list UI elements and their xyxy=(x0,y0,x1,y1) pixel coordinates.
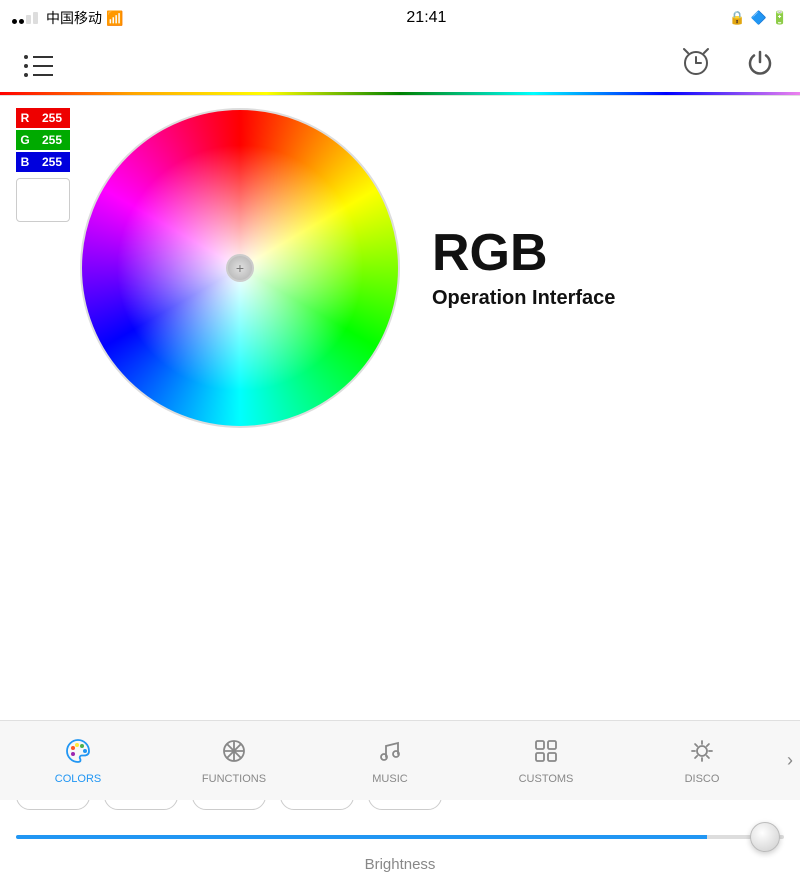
rgb-title: RGB xyxy=(432,227,548,279)
customs-icon xyxy=(532,737,560,769)
status-bar: 中国移动 📶 21:41 🔒 🔷 🔋 xyxy=(0,0,800,36)
functions-tab-label: FUNCTIONS xyxy=(202,773,266,785)
rgb-info: RGB Operation Interface xyxy=(400,227,615,310)
g-value: 255 xyxy=(34,130,70,150)
bluetooth-icon: 🔷 xyxy=(751,10,767,26)
b-row: B 255 xyxy=(16,152,70,172)
g-row: G 255 xyxy=(16,130,70,150)
color-preview-box xyxy=(16,178,70,222)
colors-icon xyxy=(64,737,92,769)
main-content: R 255 G 255 B 255 + xyxy=(0,96,800,720)
battery-icon: 🔋 xyxy=(772,10,788,26)
tab-customs[interactable]: CUSTOMS xyxy=(468,721,624,800)
brightness-label: Brightness xyxy=(16,856,784,873)
b-letter: B xyxy=(16,152,34,172)
b-value: 255 xyxy=(34,152,70,172)
color-wheel-wrapper[interactable]: + xyxy=(80,108,400,428)
g-letter: G xyxy=(16,130,34,150)
disco-icon xyxy=(688,737,716,769)
colors-tab-label: COLORS xyxy=(55,773,101,785)
tab-music[interactable]: MUSIC xyxy=(312,721,468,800)
signal-dots xyxy=(12,12,38,24)
functions-icon xyxy=(220,737,248,769)
customs-tab-label: CUSTOMS xyxy=(519,773,574,785)
wheel-center: + xyxy=(226,254,254,282)
tab-disco[interactable]: DISCO xyxy=(624,721,780,800)
rgb-label-group: R 255 G 255 B 255 xyxy=(16,108,70,222)
r-value: 255 xyxy=(34,108,70,128)
power-icon[interactable] xyxy=(744,46,776,85)
r-letter: R xyxy=(16,108,34,128)
tab-colors[interactable]: COLORS xyxy=(0,721,156,800)
wheel-area: + RGB Operation Interface xyxy=(70,108,615,428)
brightness-slider-wrapper[interactable] xyxy=(16,822,784,852)
rgb-subtitle: Operation Interface xyxy=(432,287,615,310)
time-display: 21:41 xyxy=(406,9,446,27)
disco-tab-label: DISCO xyxy=(685,773,720,785)
music-tab-label: MUSIC xyxy=(372,773,407,785)
tab-scroll-arrow[interactable]: › xyxy=(780,721,800,800)
alarm-icon[interactable] xyxy=(680,46,712,85)
brightness-section: Brightness xyxy=(0,810,800,873)
status-left: 中国移动 📶 xyxy=(12,8,123,28)
brightness-track[interactable] xyxy=(16,835,784,839)
rgb-controls: R 255 G 255 B 255 + xyxy=(16,108,615,428)
status-right: 🔒 🔷 🔋 xyxy=(729,10,788,26)
nav-bar xyxy=(0,36,800,96)
tab-functions[interactable]: FUNCTIONS xyxy=(156,721,312,800)
menu-button[interactable] xyxy=(24,55,53,77)
music-icon xyxy=(376,737,404,769)
color-wheel[interactable]: + xyxy=(80,108,400,428)
tab-bar: COLORS FUNCTIONS MUSIC xyxy=(0,720,800,800)
r-row: R 255 xyxy=(16,108,70,128)
brightness-thumb[interactable] xyxy=(750,822,780,852)
rainbow-bar xyxy=(0,92,800,95)
carrier-label: 中国移动 xyxy=(46,8,102,28)
wifi-icon: 📶 xyxy=(106,10,123,27)
lock-icon: 🔒 xyxy=(729,10,745,26)
